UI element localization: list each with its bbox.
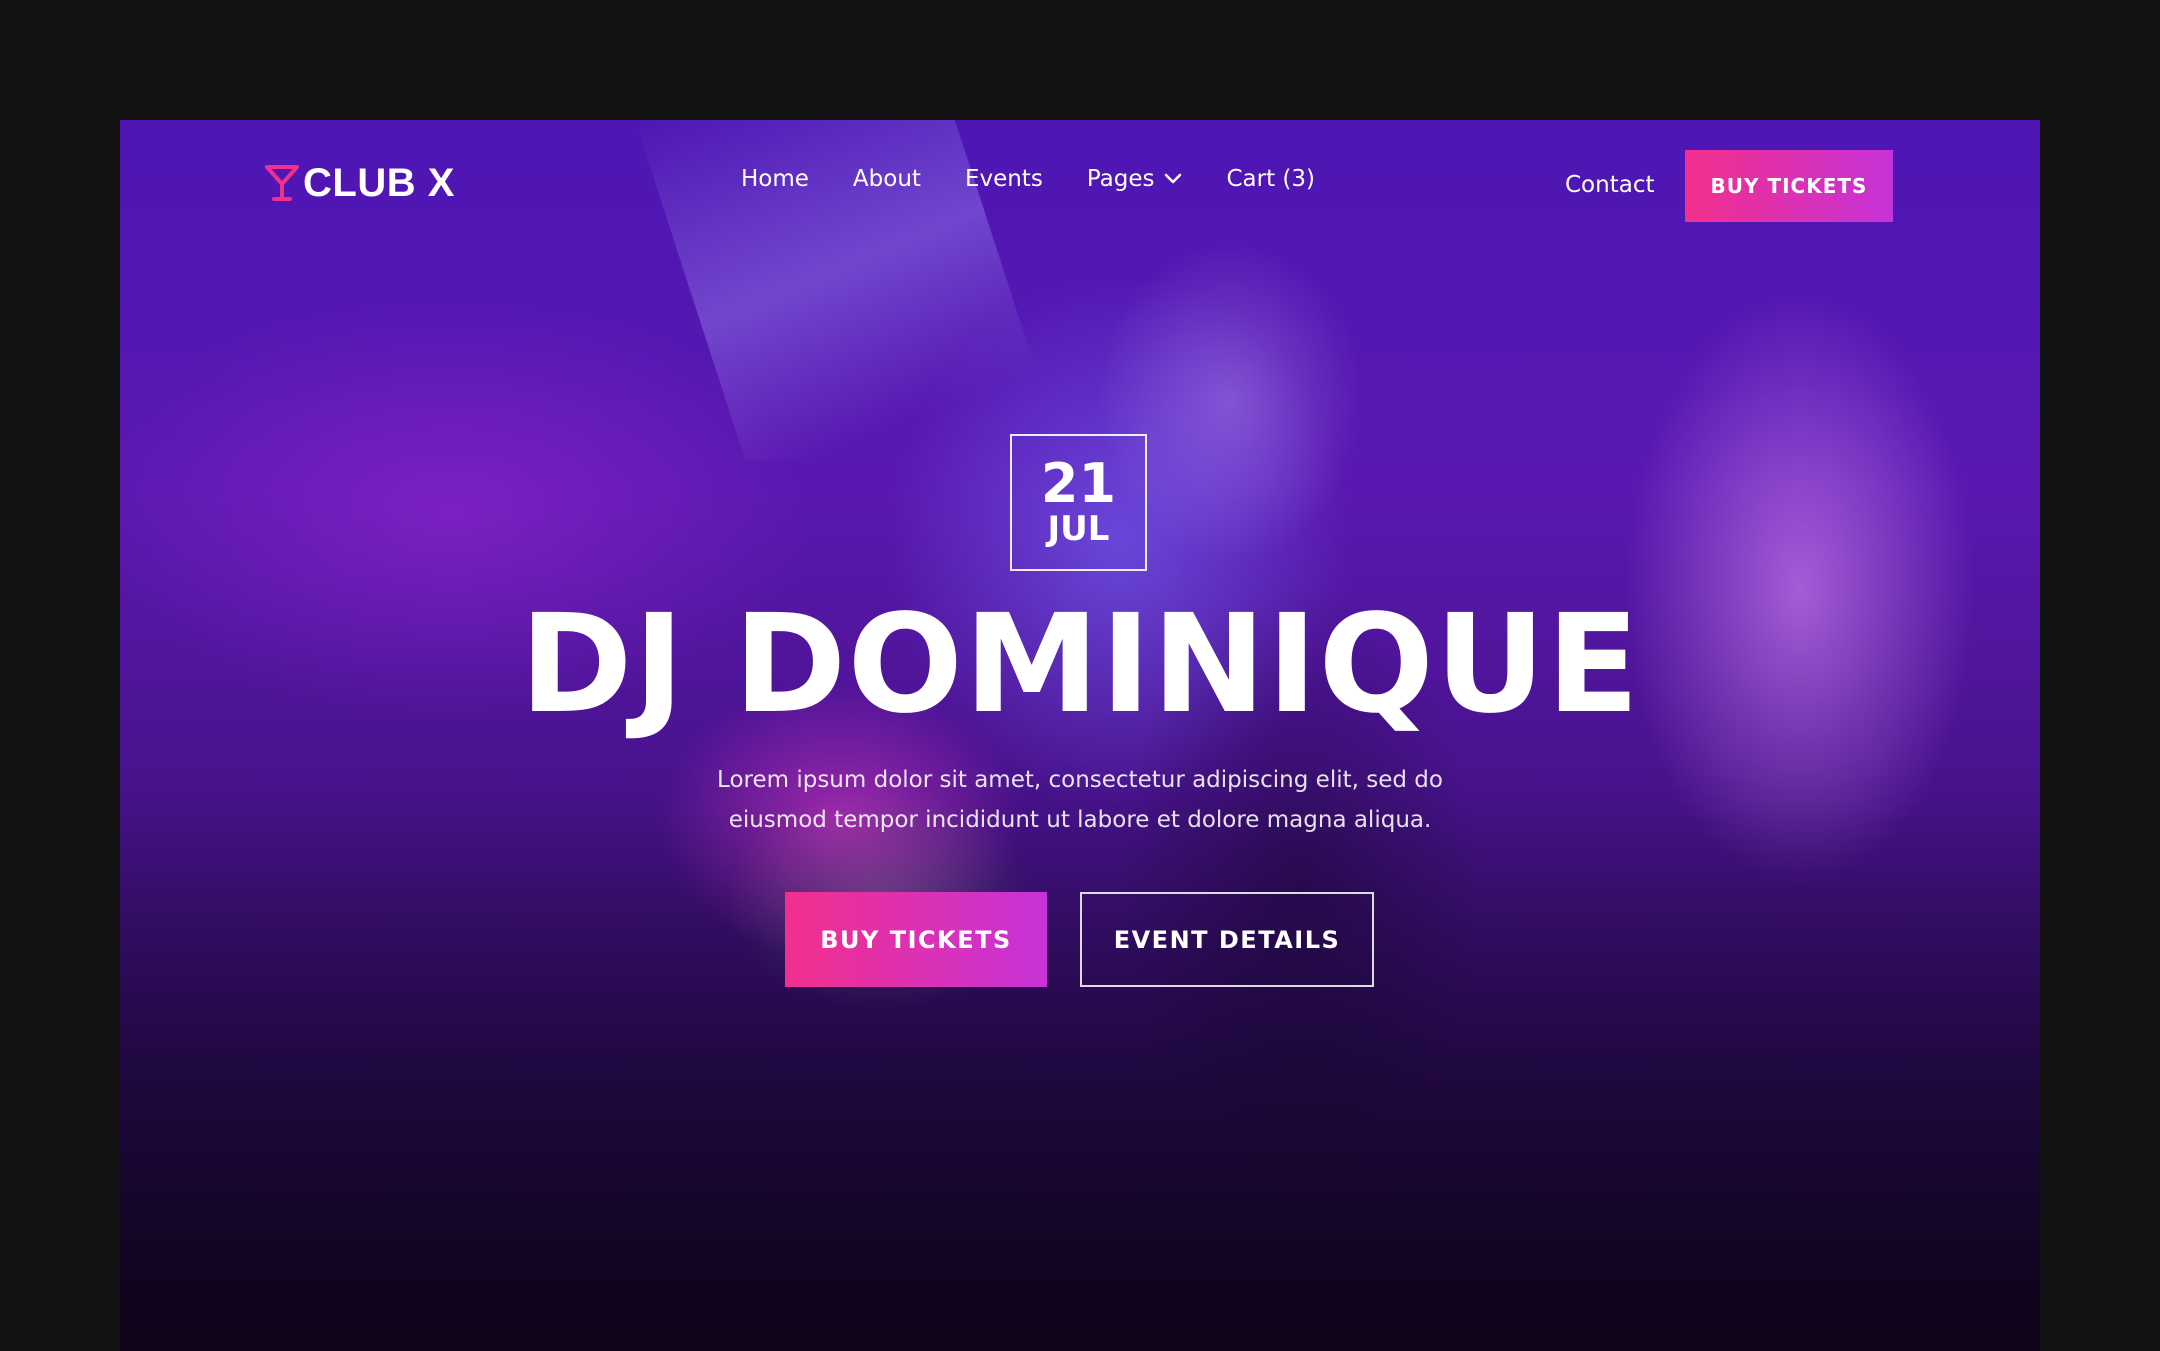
nav-item-events[interactable]: Events	[965, 166, 1043, 192]
nav-item-about[interactable]: About	[853, 166, 921, 192]
nav-item-cart[interactable]: Cart (3)	[1226, 166, 1315, 192]
event-date-month: JUL	[1047, 508, 1110, 549]
event-date-day: 21	[1040, 451, 1117, 515]
nav-buy-tickets-button[interactable]: BUY TICKETS	[1685, 150, 1893, 222]
buy-tickets-button[interactable]: BUY TICKETS	[785, 892, 1047, 987]
logo-text: CLUB X	[303, 160, 455, 205]
main-menu: Home About Events Pages Cart (3)	[741, 166, 1315, 192]
event-details-button[interactable]: EVENT DETAILS	[1080, 892, 1374, 987]
nav-item-pages-label: Pages	[1086, 166, 1155, 192]
logo[interactable]: CLUB X	[265, 158, 455, 208]
nav-item-pages[interactable]: Pages	[1087, 166, 1183, 192]
chevron-down-icon	[1165, 173, 1182, 184]
cocktail-glass-icon	[265, 165, 299, 201]
top-navigation: CLUB X Home About Events Pages Cart (3) …	[120, 120, 2040, 255]
event-date-badge: 21 JUL	[1010, 434, 1147, 571]
nav-item-contact[interactable]: Contact	[1565, 172, 1654, 198]
event-title: DJ DOMINIQUE	[519, 586, 1641, 744]
hero-section: CLUB X Home About Events Pages Cart (3) …	[120, 120, 2040, 1351]
nav-item-home[interactable]: Home	[741, 166, 809, 192]
event-description: Lorem ipsum dolor sit amet, consectetur …	[717, 767, 1443, 833]
